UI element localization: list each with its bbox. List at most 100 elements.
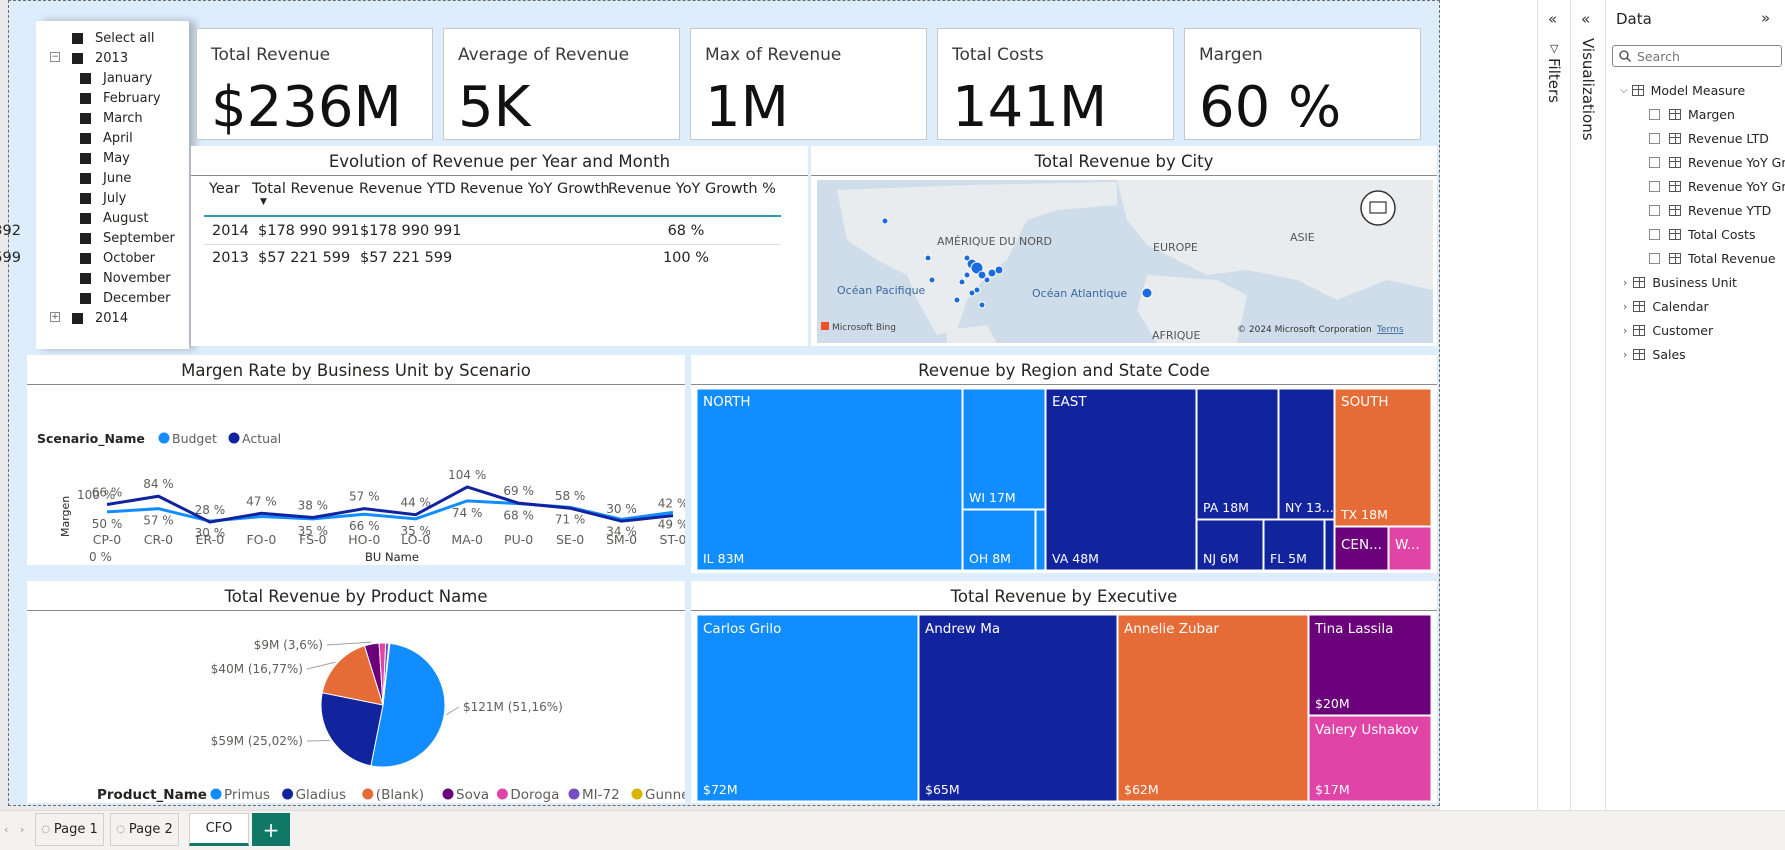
checkbox[interactable] — [1649, 156, 1660, 168]
checkbox[interactable] — [80, 172, 91, 184]
table-item[interactable]: › Business Unit — [1623, 273, 1737, 291]
checkbox[interactable] — [1649, 228, 1660, 240]
focus-mode-icon[interactable] — [1360, 190, 1396, 226]
expand-visualizations-icon[interactable]: « — [1581, 10, 1590, 28]
kpi-card-total-revenue[interactable]: Total Revenue $236M — [196, 28, 433, 140]
measure-item[interactable]: Total Revenue — [1649, 249, 1776, 267]
add-page-button[interactable]: + — [252, 813, 290, 846]
table-model-measure[interactable]: ⌵ Model Measure — [1620, 81, 1745, 99]
measure-item[interactable]: Revenue YoY Gr... — [1649, 177, 1785, 195]
checkbox[interactable] — [1649, 108, 1660, 120]
checkbox[interactable] — [80, 132, 91, 144]
checkbox[interactable] — [1649, 252, 1660, 264]
checkbox[interactable] — [80, 72, 91, 84]
chevron-right-icon[interactable]: › — [1623, 324, 1627, 337]
expand-filters-icon[interactable]: « — [1548, 10, 1557, 28]
collapse-data-pane-icon[interactable]: » — [1761, 9, 1770, 27]
treemap-tile[interactable] — [918, 615, 1118, 801]
slicer-month-item[interactable]: December — [80, 289, 170, 307]
product-pie-visual[interactable]: Total Revenue by Product Name $121M (51,… — [27, 581, 685, 803]
checkbox[interactable] — [1649, 180, 1660, 192]
treemap-tile[interactable] — [1045, 389, 1197, 570]
column-header[interactable]: Year — [209, 181, 240, 197]
chevron-down-icon[interactable]: ⌵ — [1620, 85, 1628, 96]
measure-item[interactable]: Revenue YoY Gr... — [1649, 153, 1785, 171]
slicer-month-item[interactable]: March — [80, 109, 143, 127]
slicer-month-item[interactable]: July — [80, 189, 126, 207]
column-header[interactable]: Revenue YoY Growth — [460, 181, 610, 197]
chevron-right-icon[interactable]: › — [1623, 276, 1627, 289]
table-item[interactable]: › Sales — [1623, 345, 1686, 363]
slicer-month-item[interactable]: April — [80, 129, 133, 147]
slicer-select-all[interactable]: Select all — [72, 29, 154, 47]
checkbox[interactable] — [1649, 132, 1660, 144]
slicer-month-item[interactable]: October — [80, 249, 155, 267]
slicer-month-item[interactable]: November — [80, 269, 171, 287]
checkbox[interactable] — [80, 252, 91, 264]
visualizations-label[interactable]: Visualizations — [1579, 38, 1597, 141]
treemap-tile[interactable] — [1117, 615, 1309, 801]
measure-item[interactable]: Margen — [1649, 105, 1735, 123]
column-header[interactable]: Revenue YTD — [359, 181, 456, 197]
slicer-month-item[interactable]: August — [80, 209, 149, 227]
chevron-right-icon[interactable]: › — [1623, 300, 1627, 313]
map-visual[interactable]: Total Revenue by City AMÉRIQUE DU NORD E… — [811, 146, 1437, 346]
filters-label[interactable]: Filters — [1545, 58, 1563, 103]
executive-treemap[interactable]: Carlos Grilo $72M Andrew Ma $65M Annelie Zub… — [697, 615, 1431, 801]
search-field[interactable] — [1612, 45, 1782, 67]
slicer-month-item[interactable]: May — [80, 149, 130, 167]
measure-item[interactable]: Revenue LTD — [1649, 129, 1769, 147]
kpi-card-average-revenue[interactable]: Average of Revenue 5K — [443, 28, 680, 140]
slicer-month-item[interactable]: January — [80, 69, 152, 87]
collapse-icon[interactable]: − — [50, 52, 60, 62]
product-pie-chart[interactable]: $121M (51,16%) $59M (25,02%) $40M (16,77%)… — [27, 615, 685, 803]
checkbox[interactable] — [72, 32, 83, 44]
region-treemap[interactable]: NORTH IL 83M WI 17M OH 8M EAST VA 48M PA 18M NY… — [697, 389, 1431, 570]
chevron-right-icon[interactable]: › — [1623, 348, 1627, 361]
slicer-year-2014[interactable]: 2014 — [72, 309, 128, 327]
column-header[interactable]: Revenue YoY Growth % — [608, 181, 776, 197]
measure-item[interactable]: Revenue YTD — [1649, 201, 1771, 219]
filters-pane-collapsed[interactable]: « ▽ Filters — [1537, 0, 1570, 810]
checkbox[interactable] — [80, 292, 91, 304]
checkbox[interactable] — [80, 112, 91, 124]
kpi-card-total-costs[interactable]: Total Costs 141M — [937, 28, 1174, 140]
expand-icon[interactable]: + — [50, 312, 60, 322]
executive-treemap-visual[interactable]: Total Revenue by Executive Carlos Grilo $… — [691, 581, 1437, 803]
checkbox[interactable] — [80, 92, 91, 104]
slicer-year-2013[interactable]: 2013 — [72, 49, 128, 67]
treemap-tile[interactable] — [1324, 519, 1335, 570]
kpi-card-margen[interactable]: Margen 60 % — [1184, 28, 1421, 140]
map-terms-link[interactable]: Terms — [1376, 325, 1404, 335]
scroll-right-icon[interactable]: › — [20, 823, 24, 836]
treemap-tile[interactable] — [697, 615, 919, 801]
measure-item[interactable]: Total Costs — [1649, 225, 1755, 243]
checkbox[interactable] — [80, 272, 91, 284]
table-item[interactable]: › Calendar — [1623, 297, 1709, 315]
visualizations-pane-collapsed[interactable]: « Visualizations — [1570, 0, 1605, 810]
evolution-table-visual[interactable]: Evolution of Revenue per Year and Month — [191, 146, 808, 346]
tab-page-2[interactable]: ◌ Page 2 — [110, 813, 179, 846]
tab-page-1[interactable]: ◌ Page 1 — [35, 813, 104, 846]
column-header[interactable]: Total Revenue — [252, 181, 354, 197]
treemap-tile[interactable] — [1035, 509, 1046, 570]
checkbox[interactable] — [72, 312, 83, 324]
kpi-card-max-revenue[interactable]: Max of Revenue 1M — [690, 28, 927, 140]
search-input[interactable] — [1637, 48, 1777, 64]
scroll-left-icon[interactable]: ‹ — [4, 823, 8, 836]
checkbox[interactable] — [1649, 204, 1660, 216]
slicer-month-item[interactable]: February — [80, 89, 161, 107]
slicer-month-item[interactable]: June — [80, 169, 131, 187]
margen-line-visual[interactable]: Margen Rate by Business Unit by Scenario… — [27, 355, 685, 565]
date-slicer[interactable]: Select all − 2013 January February March Ap… — [36, 21, 189, 349]
region-treemap-visual[interactable]: Revenue by Region and State Code NORTH IL… — [691, 355, 1437, 573]
checkbox[interactable] — [80, 232, 91, 244]
tab-cfo[interactable]: CFO — [189, 813, 249, 846]
checkbox[interactable] — [80, 212, 91, 224]
checkbox[interactable] — [80, 152, 91, 164]
treemap-tile[interactable] — [697, 389, 963, 570]
checkbox[interactable] — [80, 192, 91, 204]
map-canvas[interactable]: AMÉRIQUE DU NORD EUROPE ASIE Océan Pacif… — [817, 180, 1433, 343]
slicer-month-item[interactable]: September — [80, 229, 175, 247]
checkbox[interactable] — [72, 52, 83, 64]
